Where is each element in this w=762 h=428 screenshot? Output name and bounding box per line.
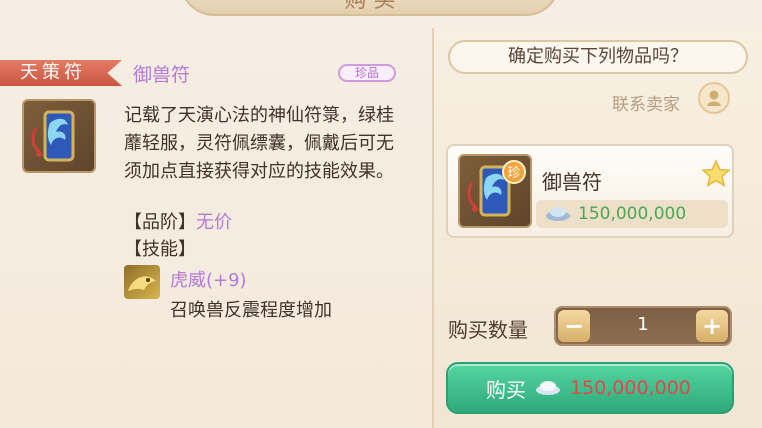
- quantity-label: 购买数量: [448, 318, 528, 342]
- grade-label: 【品阶】: [124, 212, 196, 233]
- buy-button[interactable]: 购买 150,000,000: [446, 362, 734, 414]
- silver-ingot-icon: [544, 205, 572, 223]
- quantity-stepper[interactable]: − 1 +: [554, 306, 732, 346]
- price-box: 150,000,000: [536, 200, 728, 228]
- item-icon: [22, 99, 96, 173]
- window-title: 购 买: [344, 0, 396, 13]
- confirm-banner: 确定购买下列物品吗？: [448, 40, 748, 74]
- card-price: 150,000,000: [578, 204, 687, 224]
- category-tag: 天策符: [0, 60, 122, 86]
- card-item-icon: 珍: [458, 154, 532, 228]
- purchase-panel: 确定购买下列物品吗？ 联系卖家 珍 御兽符 150,000,000 购买数量 −…: [432, 28, 762, 428]
- skill-header: 【技能】: [124, 239, 196, 260]
- quantity-minus-button[interactable]: −: [558, 310, 590, 342]
- contact-seller-label[interactable]: 联系卖家: [612, 90, 680, 115]
- talisman-icon: 珍: [467, 160, 526, 217]
- star-icon: [701, 159, 731, 187]
- skill-name: 虎威(+9): [170, 270, 247, 291]
- item-description: 记载了天演心法的神仙符箓，绿桂蘼轻服，灵符佩缥囊，佩戴后可无须加点直接获得对应的…: [124, 105, 394, 182]
- card-title: 御兽符: [542, 170, 602, 194]
- skill-description: 召唤兽反震程度增加: [170, 300, 332, 321]
- item-info-panel: 天策符 御兽符 珍品 记载了天演心法的神仙符箓，绿桂蘼轻服，灵符佩缥囊，佩戴后可…: [0, 38, 432, 428]
- buy-price: 150,000,000: [570, 377, 691, 399]
- skill-icon: [124, 265, 160, 299]
- item-card: 珍 御兽符 150,000,000: [446, 144, 734, 238]
- buy-label: 购买: [486, 377, 526, 402]
- grade-value: 无价: [196, 212, 232, 233]
- item-title: 御兽符: [133, 64, 191, 86]
- silver-ingot-icon: [534, 379, 562, 397]
- quantity-plus-button[interactable]: +: [696, 310, 728, 342]
- tiger-skill-icon: [128, 276, 156, 291]
- talisman-icon: [31, 110, 75, 162]
- rare-badge: 珍: [507, 166, 520, 181]
- rarity-badge: 珍品: [338, 64, 396, 82]
- star-button[interactable]: [700, 158, 732, 190]
- quantity-value: 1: [637, 314, 649, 335]
- person-icon: [707, 90, 721, 106]
- grade-line: 【品阶】无价: [124, 208, 232, 234]
- contact-seller-button[interactable]: [698, 82, 730, 114]
- top-banner: 购 买: [180, 0, 560, 16]
